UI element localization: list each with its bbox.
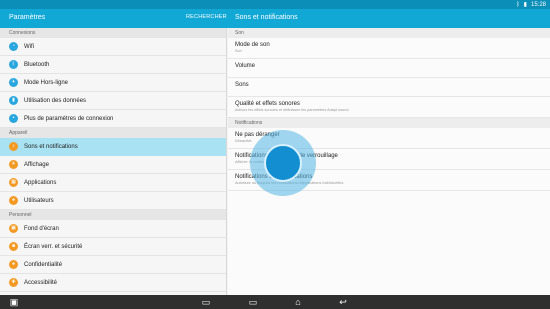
- touch-indicator-center: [264, 144, 302, 182]
- sidebar-item-label: Applications: [24, 180, 57, 186]
- data-usage-icon: ▮: [9, 96, 18, 105]
- privacy-icon: ●: [9, 260, 18, 269]
- sidebar-item-label: Plus de paramètres de connexion: [24, 116, 114, 122]
- sidebar-item-label: Confidentialité: [24, 262, 63, 268]
- apps-icon: ▦: [9, 178, 18, 187]
- sound-icon: ♪: [9, 142, 18, 151]
- sidebar-item-label: Bluetooth: [24, 62, 50, 68]
- sidebar-item-sounds-notifications[interactable]: ♪ Sons et notifications: [0, 138, 226, 156]
- sidebar-item-label: Sons et notifications: [24, 144, 78, 150]
- more-connections-icon: •: [9, 114, 18, 123]
- sidebar-item-wallpaper[interactable]: ▣ Fond d'écran: [0, 220, 226, 238]
- sidebar-item-bluetooth[interactable]: ᛒ Bluetooth: [0, 56, 226, 74]
- lock-icon: ■: [9, 242, 18, 251]
- display-icon: ☀: [9, 160, 18, 169]
- sidebar-item-wifi[interactable]: ◔ Wifi: [0, 38, 226, 56]
- sidebar-item-privacy[interactable]: ● Confidentialité: [0, 256, 226, 274]
- setting-title: Mode de son: [235, 42, 270, 48]
- recent-apps-icon[interactable]: ▭: [201, 297, 211, 307]
- section-header: Connexions: [0, 28, 226, 38]
- status-bar: ᛒ ▮ 15:28: [0, 0, 550, 9]
- sidebar-item-label: Accessibilité: [24, 280, 58, 286]
- sidebar-item-lock-security[interactable]: ■ Écran verr. et sécurité: [0, 238, 226, 256]
- setting-title: Volume: [235, 63, 256, 69]
- settings-title: Paramètres: [9, 14, 46, 21]
- sidebar-item-applications[interactable]: ▦ Applications: [0, 174, 226, 192]
- wifi-icon: ◔: [9, 42, 18, 51]
- wallpaper-icon: ▣: [9, 224, 18, 233]
- sidebar-item-airplane-mode[interactable]: ✈ Mode Hors-ligne: [0, 74, 226, 92]
- section-header: Appareil: [0, 128, 226, 138]
- sidebar-item-display[interactable]: ☀ Affichage: [0, 156, 226, 174]
- sidebar-item-label: Utilisation des données: [24, 98, 87, 104]
- setting-subtitle: Activez les effets sonores et définissez…: [235, 108, 350, 112]
- section-header: Personnel: [0, 210, 226, 220]
- gallery-icon[interactable]: ▣: [9, 297, 19, 307]
- screenshot-icon[interactable]: ▭: [248, 297, 258, 307]
- sidebar-item-label: Écran verr. et sécurité: [24, 244, 83, 250]
- settings-categories: Connexions ◔ Wifi ᛒ Bluetooth ✈ Mode Hor…: [0, 28, 227, 295]
- setting-sound-quality[interactable]: Qualité et effets sonores Activez les ef…: [228, 97, 550, 118]
- airplane-icon: ✈: [9, 78, 18, 87]
- back-icon[interactable]: ↩: [338, 297, 348, 307]
- home-icon[interactable]: ⌂: [293, 297, 303, 307]
- system-nav-bar: ▣ ▭ ▭ ⌂ ↩: [0, 295, 550, 309]
- bluetooth-icon: ᛒ: [9, 60, 18, 69]
- sidebar-item-more-connections[interactable]: • Plus de paramètres de connexion: [0, 110, 226, 128]
- setting-title: Sons: [235, 82, 249, 88]
- sidebar-item-label: Utilisateurs: [24, 198, 54, 204]
- setting-sound-mode[interactable]: Mode de son Son: [228, 38, 550, 59]
- setting-title: Qualité et effets sonores: [235, 101, 300, 107]
- setting-sounds[interactable]: Sons: [228, 78, 550, 97]
- sidebar-item-label: Mode Hors-ligne: [24, 80, 69, 86]
- section-header: Son: [228, 28, 550, 38]
- bluetooth-icon: ᛒ: [516, 1, 520, 8]
- sidebar-item-label: Wifi: [24, 44, 34, 50]
- sidebar-item-label: Affichage: [24, 162, 49, 168]
- setting-volume[interactable]: Volume: [228, 59, 550, 78]
- sidebar-item-label: Fond d'écran: [24, 226, 59, 232]
- sidebar-item-data-usage[interactable]: ▮ Utilisation des données: [0, 92, 226, 110]
- users-icon: ●: [9, 196, 18, 205]
- section-header: Notifications: [228, 118, 550, 128]
- battery-icon: ▮: [523, 2, 527, 8]
- app-bar: Paramètres RECHERCHER Sons et notificati…: [0, 9, 550, 28]
- accessibility-icon: ✚: [9, 278, 18, 287]
- setting-subtitle: Son: [235, 49, 242, 53]
- page-title: Sons et notifications: [235, 14, 298, 21]
- sidebar-item-users[interactable]: ● Utilisateurs: [0, 192, 226, 210]
- search-button[interactable]: RECHERCHER: [186, 14, 227, 20]
- sidebar-item-accessibility[interactable]: ✚ Accessibilité: [0, 274, 226, 292]
- status-time: 15:28: [530, 1, 546, 8]
